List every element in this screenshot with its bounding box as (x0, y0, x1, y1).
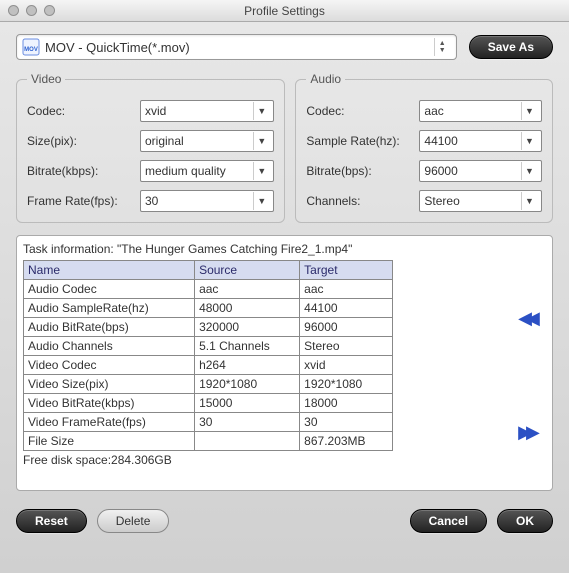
window-title: Profile Settings (0, 4, 569, 18)
cell-name: Audio SampleRate(hz) (24, 299, 195, 318)
audio-sr-label: Sample Rate(hz): (306, 134, 411, 148)
task-info-box: Task information: "The Hunger Games Catc… (16, 235, 553, 491)
cell-target: Stereo (300, 337, 393, 356)
cell-target: aac (300, 280, 393, 299)
cell-source: aac (195, 280, 300, 299)
svg-text:MOV: MOV (24, 47, 38, 53)
cell-source: 5.1 Channels (195, 337, 300, 356)
cell-target: 44100 (300, 299, 393, 318)
cell-source: 15000 (195, 394, 300, 413)
save-as-button[interactable]: Save As (469, 35, 553, 59)
video-bitrate-value: medium quality (145, 164, 253, 178)
audio-codec-label: Codec: (306, 104, 411, 118)
video-legend: Video (27, 72, 65, 86)
prev-task-button[interactable]: ◀◀ (512, 306, 540, 330)
table-row: Audio SampleRate(hz)4800044100 (24, 299, 393, 318)
cell-name: Video BitRate(kbps) (24, 394, 195, 413)
audio-panel: Audio Codec: aac ▼ Sample Rate(hz): 4410… (295, 72, 553, 223)
audio-codec-value: aac (424, 104, 521, 118)
table-row: Video BitRate(kbps)1500018000 (24, 394, 393, 413)
video-fps-value: 30 (145, 194, 253, 208)
chevron-down-icon: ▼ (253, 162, 269, 180)
table-row: Video Size(pix)1920*10801920*1080 (24, 375, 393, 394)
ok-button[interactable]: OK (497, 509, 553, 533)
chevron-down-icon: ▼ (521, 102, 537, 120)
cell-source: h264 (195, 356, 300, 375)
cell-name: Video Size(pix) (24, 375, 195, 394)
audio-bitrate-label: Bitrate(bps): (306, 164, 411, 178)
cell-name: File Size (24, 432, 195, 451)
video-codec-label: Codec: (27, 104, 132, 118)
audio-bitrate-select[interactable]: 96000 ▼ (419, 160, 542, 182)
cell-name: Audio Channels (24, 337, 195, 356)
chevron-down-icon: ▼ (253, 192, 269, 210)
minimize-window-button[interactable] (26, 5, 37, 16)
mov-format-icon: MOV (21, 37, 41, 57)
reset-button[interactable]: Reset (16, 509, 87, 533)
audio-bitrate-value: 96000 (424, 164, 521, 178)
cell-target: xvid (300, 356, 393, 375)
chevron-down-icon: ▼ (253, 132, 269, 150)
table-row: Audio BitRate(bps)32000096000 (24, 318, 393, 337)
col-source: Source (195, 261, 300, 280)
video-fps-label: Frame Rate(fps): (27, 194, 132, 208)
audio-ch-select[interactable]: Stereo ▼ (419, 190, 542, 212)
free-disk-space: Free disk space:284.306GB (23, 453, 546, 467)
next-task-button[interactable]: ▶▶ (512, 420, 540, 444)
video-panel: Video Codec: xvid ▼ Size(pix): original … (16, 72, 285, 223)
profile-select[interactable]: MOV MOV - QuickTime(*.mov) ▲▼ (16, 34, 457, 60)
video-size-select[interactable]: original ▼ (140, 130, 274, 152)
audio-sr-value: 44100 (424, 134, 521, 148)
delete-button[interactable]: Delete (97, 509, 170, 533)
task-info-title: Task information: "The Hunger Games Catc… (23, 242, 546, 256)
cell-source: 48000 (195, 299, 300, 318)
audio-sr-select[interactable]: 44100 ▼ (419, 130, 542, 152)
audio-ch-value: Stereo (424, 194, 521, 208)
cell-target: 96000 (300, 318, 393, 337)
task-info-table: Name Source Target Audio CodecaacaacAudi… (23, 260, 393, 451)
cell-target: 1920*1080 (300, 375, 393, 394)
cell-source: 1920*1080 (195, 375, 300, 394)
video-bitrate-select[interactable]: medium quality ▼ (140, 160, 274, 182)
cell-name: Audio Codec (24, 280, 195, 299)
cell-name: Video Codec (24, 356, 195, 375)
titlebar: Profile Settings (0, 0, 569, 22)
video-size-label: Size(pix): (27, 134, 132, 148)
profile-select-value: MOV - QuickTime(*.mov) (41, 40, 434, 55)
cell-source: 30 (195, 413, 300, 432)
table-row: Audio Channels5.1 ChannelsStereo (24, 337, 393, 356)
video-fps-select[interactable]: 30 ▼ (140, 190, 274, 212)
table-row: Video Codech264xvid (24, 356, 393, 375)
cell-name: Audio BitRate(bps) (24, 318, 195, 337)
video-size-value: original (145, 134, 253, 148)
cell-target: 30 (300, 413, 393, 432)
audio-codec-select[interactable]: aac ▼ (419, 100, 542, 122)
audio-ch-label: Channels: (306, 194, 411, 208)
cell-source (195, 432, 300, 451)
updown-icon: ▲▼ (434, 38, 450, 56)
cell-source: 320000 (195, 318, 300, 337)
video-codec-value: xvid (145, 104, 253, 118)
chevron-down-icon: ▼ (521, 132, 537, 150)
chevron-down-icon: ▼ (521, 192, 537, 210)
cell-target: 867.203MB (300, 432, 393, 451)
chevron-down-icon: ▼ (253, 102, 269, 120)
chevron-down-icon: ▼ (521, 162, 537, 180)
video-bitrate-label: Bitrate(kbps): (27, 164, 132, 178)
cancel-button[interactable]: Cancel (410, 509, 487, 533)
col-target: Target (300, 261, 393, 280)
cell-target: 18000 (300, 394, 393, 413)
zoom-window-button[interactable] (44, 5, 55, 16)
table-row: Audio Codecaacaac (24, 280, 393, 299)
video-codec-select[interactable]: xvid ▼ (140, 100, 274, 122)
table-row: File Size 867.203MB (24, 432, 393, 451)
audio-legend: Audio (306, 72, 345, 86)
close-window-button[interactable] (8, 5, 19, 16)
table-row: Video FrameRate(fps)3030 (24, 413, 393, 432)
cell-name: Video FrameRate(fps) (24, 413, 195, 432)
col-name: Name (24, 261, 195, 280)
